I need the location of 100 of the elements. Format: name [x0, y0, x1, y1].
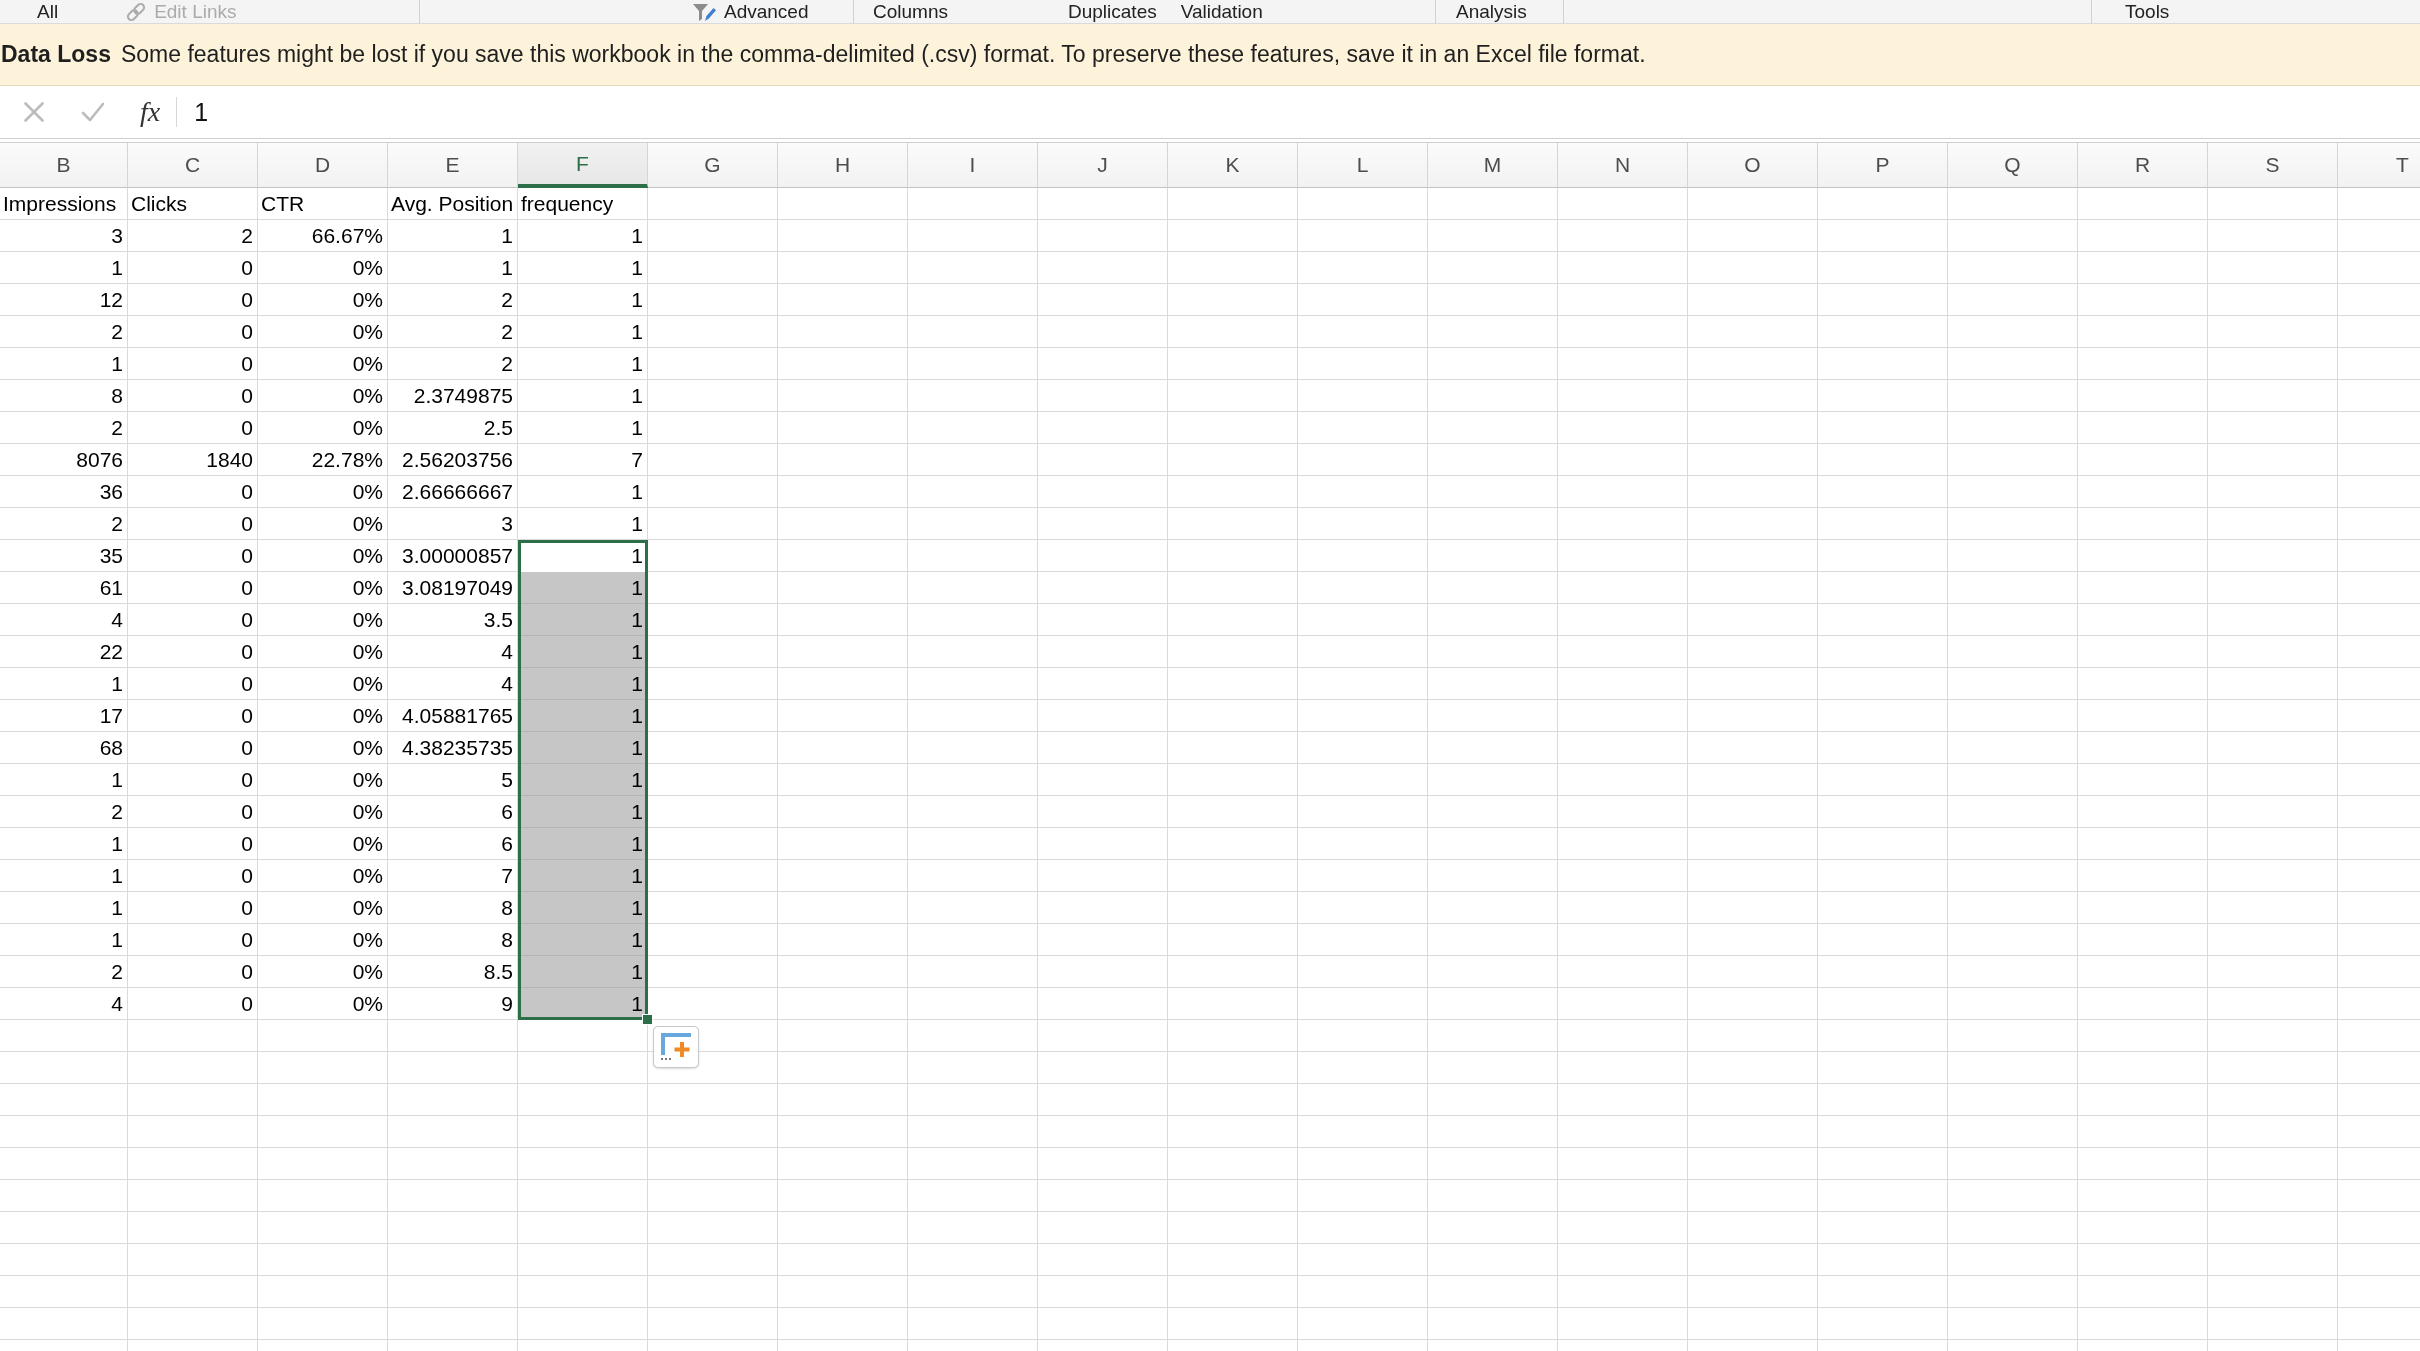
table-cell[interactable]: 1 [518, 956, 648, 988]
table-cell[interactable]: 0 [128, 892, 258, 924]
table-cell[interactable]: 0% [258, 956, 388, 988]
table-cell[interactable]: 4.38235735 [388, 732, 518, 764]
table-cell[interactable]: 0 [128, 700, 258, 732]
table-cell[interactable]: 0% [258, 380, 388, 412]
fill-handle[interactable] [642, 1014, 653, 1025]
table-cell[interactable]: 1 [0, 252, 128, 284]
table-cell[interactable]: 8.5 [388, 956, 518, 988]
table-cell[interactable]: 1 [518, 316, 648, 348]
table-cell[interactable]: 1 [518, 604, 648, 636]
table-cell[interactable]: 1 [518, 828, 648, 860]
table-cell[interactable]: 7 [518, 444, 648, 476]
cancel-button[interactable] [23, 101, 45, 123]
table-cell[interactable]: 1 [518, 476, 648, 508]
table-cell[interactable]: 1 [518, 988, 648, 1020]
column-header[interactable]: J [1038, 143, 1168, 188]
table-cell[interactable]: 1 [518, 380, 648, 412]
table-cell[interactable]: 2 [388, 348, 518, 380]
table-cell[interactable]: 0% [258, 764, 388, 796]
table-cell[interactable]: 0% [258, 348, 388, 380]
table-cell[interactable]: 0 [128, 828, 258, 860]
table-cell[interactable]: 2 [0, 412, 128, 444]
column-header[interactable]: F [518, 143, 648, 188]
table-cell[interactable]: 3 [0, 220, 128, 252]
table-cell[interactable]: 0% [258, 828, 388, 860]
table-cell[interactable]: 8 [0, 380, 128, 412]
table-cell[interactable]: 1 [518, 892, 648, 924]
table-cell[interactable]: 2 [128, 220, 258, 252]
column-header[interactable]: D [258, 143, 388, 188]
table-cell[interactable]: 0% [258, 700, 388, 732]
table-cell[interactable]: 0 [128, 796, 258, 828]
table-cell[interactable]: 1 [518, 668, 648, 700]
column-header[interactable]: N [1558, 143, 1688, 188]
table-cell[interactable]: 68 [0, 732, 128, 764]
ribbon-button[interactable]: Analysis [1456, 0, 1527, 23]
table-cell[interactable]: 0% [258, 476, 388, 508]
table-cell[interactable]: 0% [258, 988, 388, 1020]
column-header[interactable]: P [1818, 143, 1948, 188]
table-cell[interactable]: 1 [0, 892, 128, 924]
table-cell[interactable]: 4 [388, 636, 518, 668]
table-cell[interactable]: 4 [0, 988, 128, 1020]
table-cell[interactable]: 7 [388, 860, 518, 892]
table-cell[interactable]: 1 [518, 252, 648, 284]
table-cell[interactable]: 1 [518, 508, 648, 540]
table-cell[interactable]: 3.08197049 [388, 572, 518, 604]
table-cell[interactable]: 0 [128, 988, 258, 1020]
table-cell[interactable]: 0 [128, 412, 258, 444]
table-cell[interactable]: 1840 [128, 444, 258, 476]
table-cell[interactable]: 0% [258, 316, 388, 348]
options-button[interactable] [653, 1026, 699, 1068]
table-cell[interactable]: 1 [518, 636, 648, 668]
table-cell[interactable]: 4 [388, 668, 518, 700]
table-cell[interactable]: 0 [128, 732, 258, 764]
table-cell[interactable]: 36 [0, 476, 128, 508]
column-header[interactable]: H [778, 143, 908, 188]
table-cell[interactable]: 2.56203756 [388, 444, 518, 476]
table-cell[interactable]: 0 [128, 476, 258, 508]
table-cell[interactable]: 2 [388, 316, 518, 348]
table-cell[interactable]: 0% [258, 508, 388, 540]
column-header[interactable]: C [128, 143, 258, 188]
table-cell[interactable]: 1 [518, 348, 648, 380]
formula-field[interactable]: 1 [176, 97, 2420, 127]
column-header[interactable]: I [908, 143, 1038, 188]
table-cell[interactable]: 2 [0, 316, 128, 348]
table-cell[interactable]: 0% [258, 668, 388, 700]
column-header[interactable]: Q [1948, 143, 2078, 188]
column-header[interactable]: B [0, 143, 128, 188]
table-cell[interactable]: 2.3749875 [388, 380, 518, 412]
table-cell[interactable]: 1 [0, 924, 128, 956]
ribbon-button[interactable]: Columns [873, 0, 948, 23]
table-cell[interactable]: 0% [258, 572, 388, 604]
insert-function-button[interactable]: fx [140, 97, 161, 127]
table-cell[interactable]: 5 [388, 764, 518, 796]
table-cell[interactable]: 6 [388, 828, 518, 860]
ribbon-button[interactable]: Validation [1180, 0, 1263, 23]
table-cell[interactable]: 2.5 [388, 412, 518, 444]
column-header[interactable]: O [1688, 143, 1818, 188]
enter-button[interactable] [81, 102, 105, 122]
table-cell[interactable]: CTR [258, 188, 388, 220]
table-cell[interactable]: 0% [258, 412, 388, 444]
table-cell[interactable]: 1 [0, 828, 128, 860]
table-cell[interactable]: 17 [0, 700, 128, 732]
table-cell[interactable]: 8 [388, 892, 518, 924]
table-cell[interactable]: Impressions [0, 188, 128, 220]
table-cell[interactable]: 0 [128, 508, 258, 540]
table-cell[interactable]: 0 [128, 636, 258, 668]
table-cell[interactable]: 0 [128, 604, 258, 636]
table-cell[interactable]: 0% [258, 604, 388, 636]
ribbon-button[interactable]: Duplicates [1068, 0, 1157, 23]
table-cell[interactable]: Avg. Position [388, 188, 518, 220]
table-cell[interactable]: 2.66666667 [388, 476, 518, 508]
column-header[interactable]: M [1428, 143, 1558, 188]
table-cell[interactable]: 0% [258, 892, 388, 924]
column-header[interactable]: G [648, 143, 778, 188]
table-cell[interactable]: 3.5 [388, 604, 518, 636]
table-cell[interactable]: 61 [0, 572, 128, 604]
table-cell[interactable]: 0 [128, 860, 258, 892]
table-cell[interactable]: 1 [518, 796, 648, 828]
table-cell[interactable]: 3.00000857 [388, 540, 518, 572]
